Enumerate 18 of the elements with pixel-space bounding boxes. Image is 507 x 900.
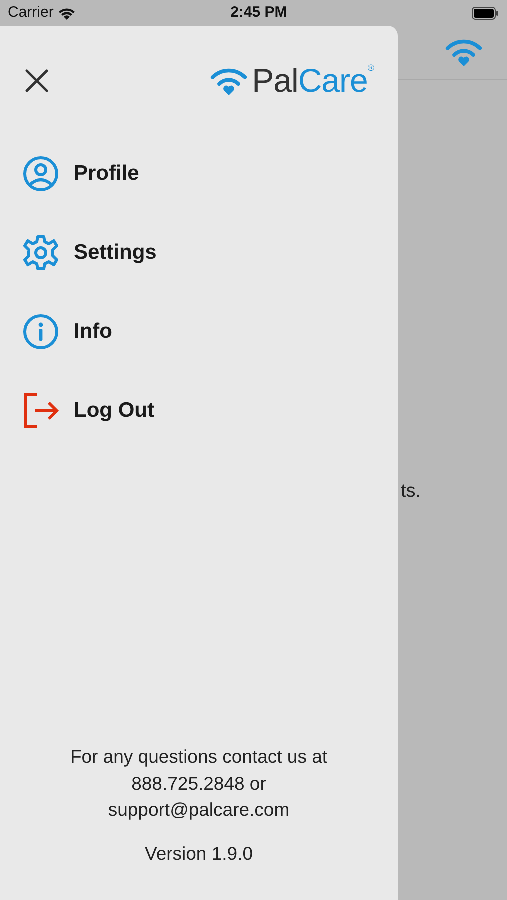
background-text: ts. [401, 480, 422, 504]
menu-item[interactable]: Profile [74, 158, 140, 190]
settings-icon [22, 234, 60, 270]
version-text: Version 1.9.0 [145, 842, 253, 866]
carrier-label: Carrier [8, 2, 54, 23]
wifi-signal-icon [58, 6, 76, 20]
info-icon [22, 314, 60, 350]
contact-info-text: For any questions contact us at 888.725.2848 or support@palcare.com [69, 744, 329, 822]
profile-icon [22, 156, 60, 192]
close-button[interactable] [24, 68, 50, 94]
battery-icon [472, 6, 499, 20]
menu-item[interactable]: Log Out [74, 394, 154, 426]
wifi-logo-icon [445, 38, 483, 67]
status-time: 2:45 PM [230, 2, 288, 23]
wifi-logo-icon [210, 66, 248, 95]
menu-item[interactable]: Info [74, 316, 112, 348]
logout-icon [22, 392, 60, 428]
menu-item[interactable]: Settings [74, 236, 157, 268]
